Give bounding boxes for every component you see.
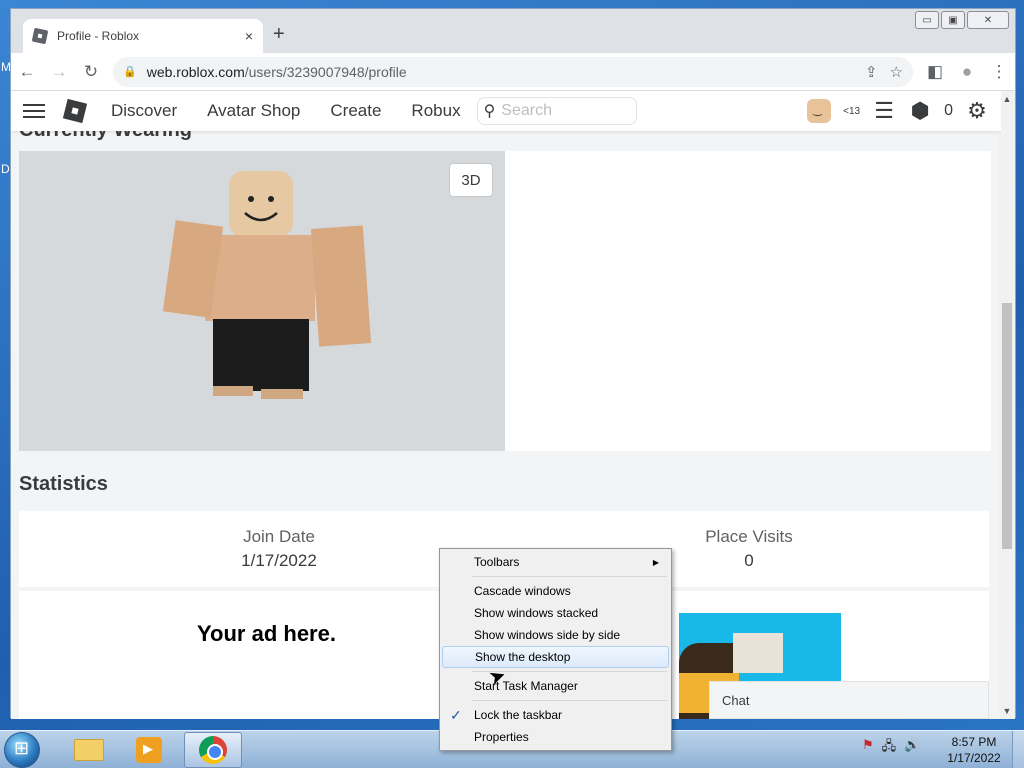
chrome-icon	[199, 736, 227, 764]
tab-profile[interactable]: Profile - Roblox ×	[23, 19, 263, 53]
stat-label: Place Visits	[705, 527, 793, 546]
hamburger-menu-icon[interactable]	[23, 104, 45, 118]
messages-icon[interactable]: ☰	[872, 98, 896, 123]
address-bar-actions: ⇪ ☆	[865, 63, 903, 81]
scroll-down-arrow-icon[interactable]: ▼	[999, 703, 1015, 719]
network-icon[interactable]: 🖧	[882, 737, 897, 759]
menu-divider	[472, 700, 667, 701]
avatar-figure-icon	[162, 171, 372, 399]
taskbar-context-menu: Toolbars ▶ Cascade windows Show windows …	[439, 548, 672, 751]
tab-close-icon[interactable]: ×	[245, 28, 253, 44]
avatar-icon[interactable]	[807, 99, 832, 123]
maximize-button[interactable]: ▣	[941, 11, 965, 29]
menu-item-show-desktop[interactable]: Show the desktop	[442, 646, 669, 668]
nav-create[interactable]: Create	[330, 101, 381, 121]
close-window-button[interactable]: ✕	[967, 11, 1009, 29]
show-desktop-button[interactable]	[1012, 731, 1024, 768]
tab-strip: Profile - Roblox × + ▭ ▣ ✕	[11, 9, 1015, 53]
stat-value: 0	[744, 551, 754, 570]
roblox-favicon-icon	[31, 27, 49, 45]
submenu-arrow-icon: ▶	[652, 557, 659, 567]
menu-item-label: Lock the taskbar	[474, 708, 563, 722]
action-center-flag-icon[interactable]: ⚑	[862, 737, 874, 759]
share-icon[interactable]: ⇪	[865, 63, 878, 81]
taskbar-explorer-button[interactable]	[60, 732, 118, 768]
nav-avatar-shop[interactable]: Avatar Shop	[207, 101, 300, 121]
lock-icon[interactable]: 🔒	[123, 65, 137, 78]
statistics-heading: Statistics	[19, 473, 108, 495]
side-panel-icon[interactable]: ◧	[919, 56, 951, 88]
search-icon: ⚲	[483, 103, 496, 120]
stat-value: 1/17/2022	[241, 551, 317, 570]
menu-divider	[472, 576, 667, 577]
settings-gear-icon[interactable]: ⚙	[965, 98, 989, 123]
nav-robux[interactable]: Robux	[411, 101, 460, 121]
ad-banner[interactable]: Your ad here.	[187, 613, 467, 719]
stat-place-visits: Place Visits 0	[639, 527, 859, 571]
stat-label: Join Date	[243, 527, 315, 546]
volume-icon[interactable]: 🔊	[904, 737, 920, 759]
taskbar-media-player-button[interactable]	[120, 732, 178, 768]
clock-time: 8:57 PM	[951, 735, 997, 749]
stat-join-date: Join Date 1/17/2022	[169, 527, 389, 571]
menu-item-properties[interactable]: Properties	[442, 726, 669, 748]
taskbar-chrome-button[interactable]	[184, 732, 242, 768]
header-right: <13 ☰ ⬢ 0 ⚙	[807, 98, 989, 123]
menu-item-toolbars[interactable]: Toolbars ▶	[442, 551, 669, 573]
search-input[interactable]	[501, 102, 622, 120]
menu-item-stacked[interactable]: Show windows stacked	[442, 602, 669, 624]
scroll-thumb[interactable]	[1002, 303, 1012, 549]
avatar-viewer[interactable]	[19, 151, 505, 451]
checkmark-icon: ✓	[450, 706, 462, 723]
wearing-items-panel	[505, 151, 991, 451]
browser-menu-icon[interactable]: ⋮	[983, 56, 1015, 88]
menu-item-task-manager[interactable]: Start Task Manager	[442, 675, 669, 697]
folder-icon	[74, 739, 104, 761]
profile-icon[interactable]: ●	[951, 56, 983, 88]
url-host: web.roblox.com	[146, 63, 245, 80]
ad-text: Your ad here.	[197, 621, 336, 646]
robux-icon[interactable]: ⬢	[908, 98, 932, 123]
start-button[interactable]	[4, 732, 40, 768]
new-tab-button[interactable]: +	[273, 23, 285, 46]
clock[interactable]: 8:57 PM 1/17/2022	[944, 734, 1004, 766]
back-button[interactable]: ←	[11, 56, 43, 88]
menu-item-side-by-side[interactable]: Show windows side by side	[442, 624, 669, 646]
toggle-3d-button[interactable]: 3D	[449, 163, 493, 197]
menu-item-label: Toolbars	[474, 555, 520, 569]
tab-title: Profile - Roblox	[57, 29, 140, 43]
age-badge: <13	[843, 105, 861, 117]
nav-discover[interactable]: Discover	[111, 101, 177, 121]
browser-toolbar: ← → ↻ 🔒 web.roblox.com /users/3239007948…	[11, 53, 1015, 91]
minimize-button[interactable]: ▭	[915, 11, 939, 29]
roblox-header: Discover Avatar Shop Create Robux ⚲ <13 …	[11, 91, 1001, 131]
system-tray: ⚑ 🖧 🔊	[862, 737, 920, 759]
menu-item-lock-taskbar[interactable]: ✓ Lock the taskbar	[442, 704, 669, 726]
url-path: /users/3239007948/profile	[244, 63, 407, 80]
clock-date: 1/17/2022	[947, 751, 1001, 765]
reload-button[interactable]: ↻	[75, 56, 107, 88]
scroll-up-arrow-icon[interactable]: ▲	[999, 91, 1015, 107]
chat-bar[interactable]: Chat	[709, 681, 989, 719]
media-player-icon	[136, 737, 162, 763]
bookmark-star-icon[interactable]: ☆	[890, 63, 903, 81]
robux-balance: 0	[944, 102, 953, 119]
address-bar[interactable]: 🔒 web.roblox.com /users/3239007948/profi…	[113, 56, 913, 87]
desktop-icon-label: D	[1, 162, 10, 176]
page-scrollbar[interactable]: ▲ ▼	[999, 91, 1015, 719]
roblox-logo-icon[interactable]	[62, 98, 88, 124]
forward-button[interactable]: →	[43, 56, 75, 88]
search-box[interactable]: ⚲	[476, 97, 637, 125]
window-controls: ▭ ▣ ✕	[915, 11, 1009, 29]
menu-item-cascade[interactable]: Cascade windows	[442, 580, 669, 602]
